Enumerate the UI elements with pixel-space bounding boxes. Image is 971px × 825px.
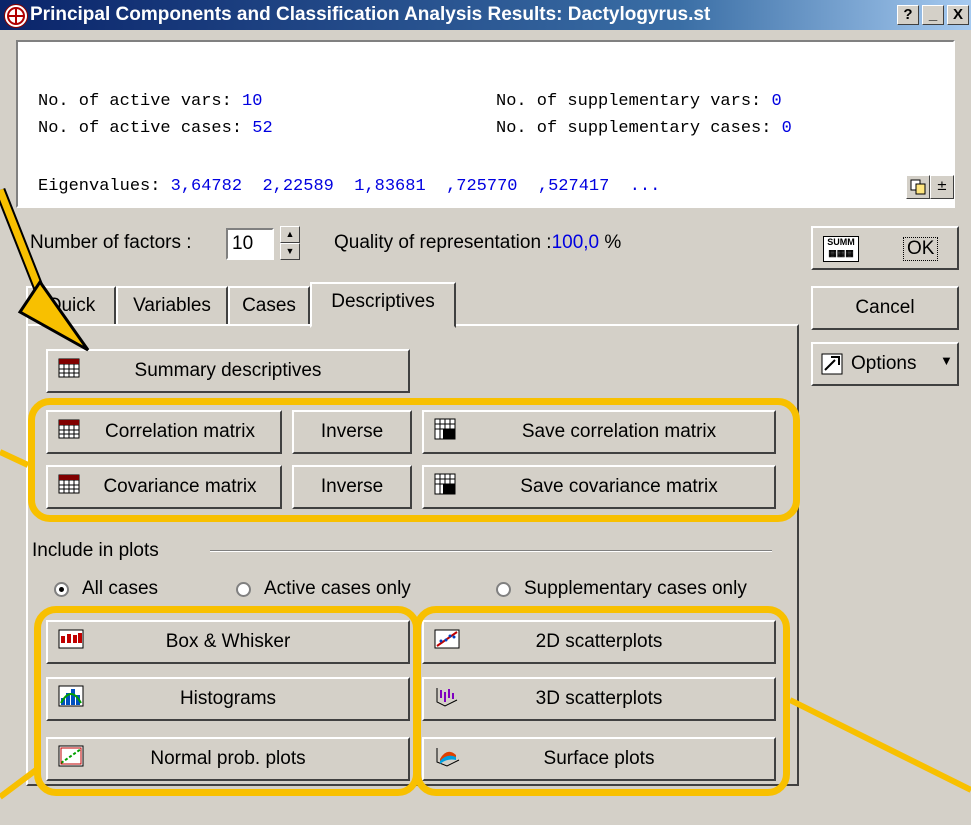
annotation-line-right-plots	[788, 697, 971, 793]
annotation-line-matrix	[0, 449, 30, 468]
results-window: Principal Components and Classification …	[0, 0, 971, 825]
annotation-line-left-plots	[0, 767, 38, 800]
annotation-arrows	[0, 187, 971, 800]
arrow-icon	[0, 187, 90, 352]
tab-descriptives[interactable]: Descriptives	[310, 282, 456, 328]
